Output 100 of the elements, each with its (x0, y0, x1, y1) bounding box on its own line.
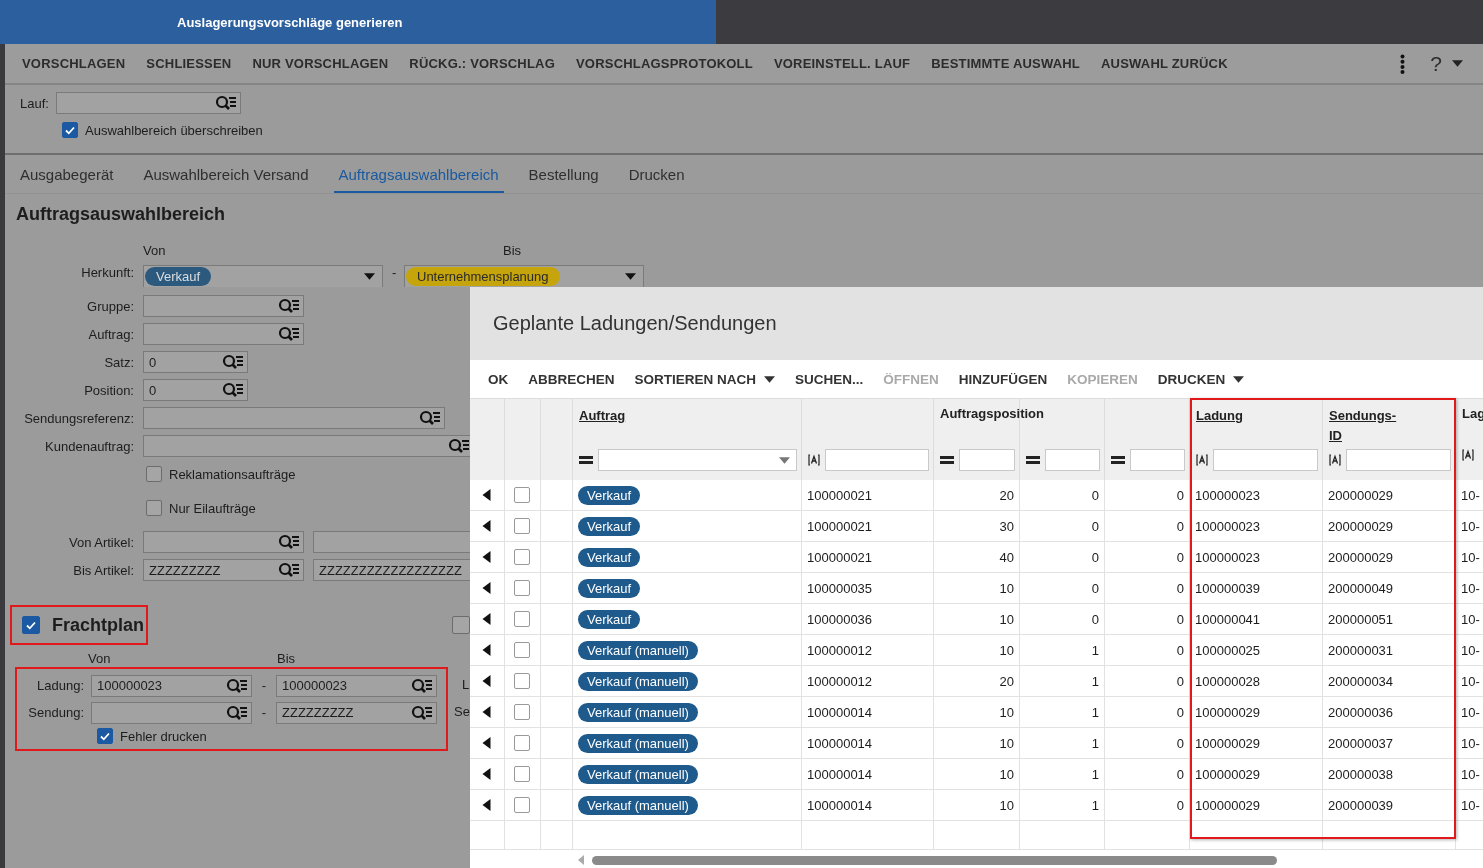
tab[interactable]: Auswahlbereich Versand (138, 157, 314, 193)
dialog-title: Geplante Ladungen/Sendungen (493, 312, 777, 335)
toolbar-button[interactable]: SCHLIESSEN (143, 56, 235, 71)
range-separator: - (391, 265, 398, 280)
table-cell: 1 (1091, 797, 1099, 813)
table-cell: 0 (1176, 766, 1184, 782)
table-cell: 0 (1176, 487, 1184, 503)
table-cell: 10 (999, 704, 1014, 720)
field-label: Satz: (103, 354, 134, 370)
table-cell: 200000036 (1328, 704, 1394, 720)
field-label: Auftrag: (87, 326, 134, 342)
toolbar-button[interactable]: VORSCHLAGSPROTOKOLL (573, 56, 756, 71)
table-cell: 0 (1091, 487, 1099, 503)
table-cell: 1 (1091, 766, 1099, 782)
tab[interactable]: Bestellung (523, 157, 604, 193)
input-field[interactable]: 0 (143, 379, 248, 401)
input-field[interactable]: 0 (143, 351, 248, 373)
origin-tag: Verkauf (145, 267, 212, 286)
input-field[interactable]: ZZZZZZZZZ (276, 701, 437, 724)
field-label: Sendungsreferenz: (23, 410, 134, 426)
column-label: Von (143, 242, 167, 258)
column-header[interactable]: Sendungs-ID (1329, 406, 1409, 446)
input-field[interactable]: 100000023 (276, 674, 437, 697)
table-cell: 0 (1176, 704, 1184, 720)
window-title: Auslagerungsvorschläge generieren (177, 14, 403, 30)
table-cell: 200000038 (1328, 766, 1394, 782)
toolbar-button[interactable]: SORTIEREN NACH (626, 371, 784, 387)
tab[interactable]: Drucken (623, 157, 690, 193)
table-cell: 200000029 (1328, 518, 1394, 534)
section-heading: Auftragsauswahlbereich (15, 203, 227, 226)
table-cell: 100000012 (807, 673, 873, 689)
toolbar-button[interactable]: ABBRECHEN (520, 371, 623, 387)
toolbar-button[interactable]: OK (480, 371, 517, 387)
field-label: L (462, 677, 470, 694)
table-cell: 10 (999, 766, 1014, 782)
table-cell: 1 (1091, 735, 1099, 751)
table-cell: 100000014 (807, 735, 873, 751)
table-cell: 100000021 (807, 518, 873, 534)
field-label: Gruppe: (86, 298, 134, 314)
table-cell: 10- (1461, 487, 1480, 503)
dropdown[interactable]: Verkauf (143, 265, 383, 287)
toolbar-button[interactable]: RÜCKG.: VORSCHLAG (406, 56, 558, 71)
column-header[interactable]: Ladung (1196, 406, 1243, 426)
input-field[interactable]: ZZZZZZZZZZZZZZZZZZ (313, 559, 470, 581)
checkbox-label: Fehler drucken (120, 728, 207, 744)
field-label: Von Artikel: (67, 534, 134, 550)
range-separator: - (260, 705, 268, 720)
table-cell: 10- (1461, 766, 1480, 782)
table-cell: 1 (1091, 704, 1099, 720)
table-cell: 0 (1176, 735, 1184, 751)
toolbar-button[interactable]: HINZUFÜGEN (950, 371, 1056, 387)
table-cell: 200000051 (1328, 611, 1394, 627)
toolbar-button[interactable]: AUSWAHL ZURÜCK (1098, 56, 1231, 71)
field-label: Sendung: (27, 705, 84, 720)
table-cell: 100000014 (807, 704, 873, 720)
column-label: Bis (277, 650, 296, 666)
input-field[interactable]: ZZZZZZZZZ (143, 559, 304, 581)
column-header: Auftragsposition (940, 406, 1044, 421)
table-cell: 100000014 (807, 797, 873, 813)
toolbar-button[interactable]: DRUCKEN (1149, 371, 1253, 387)
table-cell: 200000037 (1328, 735, 1394, 751)
help-button[interactable]: ? (1430, 51, 1442, 76)
column-header[interactable]: Auftrag (579, 406, 626, 426)
table-cell: 0 (1176, 797, 1184, 813)
table-cell: 10- (1461, 642, 1480, 658)
column-label: Bis (503, 242, 522, 258)
table-cell: 10 (999, 611, 1014, 627)
checkbox-label: Reklamationsaufträge (169, 466, 296, 482)
toolbar-button[interactable]: VOREINSTELL. LAUF (770, 56, 914, 71)
field-label: Herkunft: (80, 265, 134, 280)
origin-tag: Verkauf (manuell) (578, 702, 698, 722)
input-field[interactable]: 100000023 (91, 674, 252, 697)
table-cell: 100000029 (1195, 735, 1261, 751)
table-cell: 100000014 (807, 766, 873, 782)
checkbox-label: Nur Eilaufträge (169, 500, 256, 516)
table-cell: 0 (1176, 549, 1184, 565)
table-cell: 10 (999, 642, 1014, 658)
dropdown[interactable]: Unternehmensplanung (404, 265, 644, 287)
table-cell: 0 (1176, 611, 1184, 627)
toolbar-button[interactable]: NUR VORSCHLAGEN (249, 56, 392, 71)
table-cell: 100000029 (1195, 766, 1261, 782)
table-cell: 10 (999, 735, 1014, 751)
field-label: Kundenauftrag: (44, 438, 134, 454)
checkbox-label: Auswahlbereich überschreiben (85, 122, 263, 138)
table-cell: 10- (1461, 797, 1480, 813)
range-separator: - (260, 678, 268, 693)
table-cell: 10- (1461, 611, 1480, 627)
toolbar-button[interactable]: VORSCHLAGEN (19, 56, 129, 71)
table-cell: 200000034 (1328, 673, 1394, 689)
origin-tag: Verkauf (578, 485, 641, 505)
field-label: Ladung: (36, 678, 84, 693)
table-cell: 200000039 (1328, 797, 1394, 813)
table-cell: 100000035 (807, 580, 873, 596)
table-cell: 0 (1091, 611, 1099, 627)
toolbar-button[interactable]: BESTIMMTE AUSWAHL (928, 56, 1083, 71)
tab[interactable]: Ausgabegerät (15, 157, 119, 193)
table-cell: 100000021 (807, 549, 873, 565)
table-cell: 0 (1176, 518, 1184, 534)
toolbar-button[interactable]: SUCHEN... (787, 371, 872, 387)
table-cell: 10- (1461, 735, 1480, 751)
